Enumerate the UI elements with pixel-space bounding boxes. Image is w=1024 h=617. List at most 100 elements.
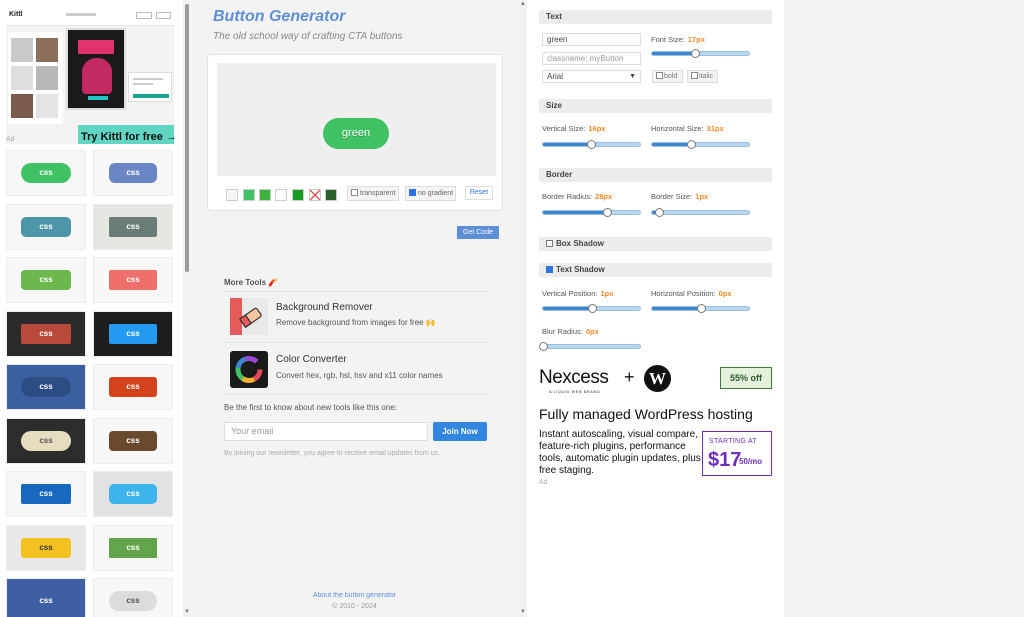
price-box[interactable]: STARTING AT $17 50/mo — [702, 431, 772, 476]
vertical-size-label-text: Vertical Size: — [542, 124, 586, 133]
price-suffix: 50/mo — [739, 457, 763, 466]
button-style-tile[interactable]: css — [6, 364, 86, 410]
ad-mock-poster-title — [78, 40, 114, 54]
slider-knob[interactable] — [586, 140, 596, 149]
color-swatch[interactable] — [243, 189, 255, 201]
scroll-up-icon[interactable]: ▲ — [520, 1, 526, 7]
color-swatch[interactable] — [275, 189, 287, 201]
border-size-slider[interactable] — [651, 208, 750, 217]
slider-knob[interactable] — [539, 342, 548, 351]
color-swatch[interactable] — [259, 189, 271, 201]
text-shadow-section-header[interactable]: Text Shadow — [539, 263, 772, 277]
border-radius-slider[interactable] — [542, 208, 641, 217]
button-style-tile[interactable]: css — [93, 471, 173, 517]
slider-knob[interactable] — [696, 304, 706, 313]
bold-toggle[interactable]: bold — [652, 70, 683, 83]
ad-mock-logo: Kittl — [9, 11, 23, 18]
button-style-tile[interactable]: css — [93, 364, 173, 410]
ad-mock-button — [136, 12, 152, 19]
font-size-slider[interactable] — [651, 49, 750, 58]
divider — [224, 342, 488, 343]
color-swatch[interactable] — [226, 189, 238, 201]
slider-knob[interactable] — [690, 49, 700, 58]
scroll-down-icon[interactable]: ▼ — [520, 609, 526, 615]
button-text-input[interactable]: green — [542, 33, 641, 46]
tool-title[interactable]: Background Remover — [276, 302, 373, 313]
button-style-tile[interactable]: css — [93, 203, 173, 250]
vertical-size-value: 16px — [588, 124, 606, 133]
shadow-vertical-slider[interactable] — [542, 304, 641, 313]
button-style-tile[interactable]: css — [93, 417, 173, 464]
color-swatch[interactable] — [292, 189, 304, 201]
font-family-value: Arial — [547, 72, 564, 81]
discount-badge[interactable]: 55% off — [720, 367, 772, 389]
button-style-tile[interactable]: css — [93, 150, 173, 196]
try-kittl-button[interactable]: Try Kittl for free → — [78, 125, 174, 144]
color-swatch[interactable] — [325, 189, 337, 201]
button-style-tile[interactable]: css — [93, 310, 173, 357]
slider-knob[interactable] — [654, 208, 664, 217]
button-style-tile[interactable]: css — [6, 257, 86, 303]
checkbox-icon — [691, 72, 698, 79]
ad-mock-nav — [66, 13, 96, 16]
slider-knob[interactable] — [603, 208, 613, 217]
horizontal-size-value: 31px — [706, 124, 724, 133]
button-style-tile[interactable]: css — [93, 578, 173, 617]
transparent-toggle[interactable]: transparent — [347, 186, 399, 201]
tool-title[interactable]: Color Converter — [276, 354, 347, 365]
tile-button: css — [21, 270, 71, 290]
classname-input[interactable]: classname: myButton — [542, 52, 641, 65]
button-style-tile[interactable]: css — [93, 257, 173, 303]
button-style-tile[interactable]: css — [6, 578, 86, 617]
slider-knob[interactable] — [588, 304, 598, 313]
shadow-vertical-value: 1px — [600, 289, 614, 298]
about-link[interactable]: About the button generator — [190, 592, 519, 599]
checkbox-icon — [351, 189, 358, 196]
divider — [224, 291, 488, 292]
ad-mock-thumb — [11, 66, 33, 90]
button-style-tile[interactable]: css — [6, 310, 86, 357]
vertical-size-slider[interactable] — [542, 140, 641, 149]
slider-knob[interactable] — [686, 140, 696, 149]
button-style-tile[interactable]: css — [6, 150, 86, 196]
main-content: Button Generator The old school way of c… — [190, 0, 519, 617]
background-remover-icon[interactable] — [230, 298, 268, 335]
ad-mock-header: Kittl — [6, 6, 174, 26]
slider-fill — [543, 307, 593, 310]
button-style-tile[interactable]: css — [6, 203, 86, 250]
get-code-button[interactable]: Get Code — [457, 226, 499, 239]
left-scrollbar-thumb[interactable] — [185, 4, 189, 272]
blur-radius-slider[interactable] — [539, 342, 641, 351]
checkbox-checked-icon[interactable] — [546, 266, 553, 273]
eraser-icon — [230, 298, 268, 335]
shadow-horizontal-slider[interactable] — [651, 304, 750, 313]
tile-button: css — [21, 323, 71, 344]
button-style-tile[interactable]: css — [6, 524, 86, 571]
shadow-horizontal-value: 0px — [718, 289, 732, 298]
ad-body-text: Instant autoscaling, visual compare, fea… — [539, 429, 701, 476]
button-style-tile[interactable]: css — [6, 417, 86, 464]
button-style-tile[interactable]: css — [6, 471, 86, 517]
plus-sign: + — [624, 367, 635, 387]
tile-button: css — [21, 377, 71, 397]
italic-toggle[interactable]: italic — [687, 70, 718, 83]
horizontal-size-slider[interactable] — [651, 140, 750, 149]
nexcess-logo[interactable]: Nexcess — [539, 367, 609, 389]
slider-fill — [652, 307, 701, 310]
color-swatch-none[interactable] — [309, 189, 321, 201]
join-now-button[interactable]: Join Now — [433, 422, 487, 441]
email-input[interactable]: Your email — [224, 422, 428, 441]
left-gallery-panel: Kittl Try Kittl for free → Ad css css css c… — [0, 0, 183, 617]
reset-button[interactable]: Reset — [465, 186, 493, 200]
kittl-ad-banner[interactable]: Kittl Try Kittl for free → — [6, 6, 174, 144]
button-style-tile[interactable]: css — [93, 524, 173, 571]
box-shadow-section-header[interactable]: Box Shadow — [539, 237, 772, 251]
checkbox-icon[interactable] — [546, 240, 553, 247]
shadow-horizontal-label: Horizontal Position: 0px — [651, 289, 732, 298]
preview-button[interactable]: green — [323, 118, 389, 149]
ad-headline[interactable]: Fully managed WordPress hosting — [539, 406, 753, 422]
font-family-select[interactable]: Arial ▼ — [542, 70, 641, 83]
color-converter-icon[interactable] — [230, 351, 268, 388]
main-scrollbar[interactable] — [519, 0, 527, 617]
no-gradient-toggle[interactable]: no gradient — [405, 186, 456, 201]
